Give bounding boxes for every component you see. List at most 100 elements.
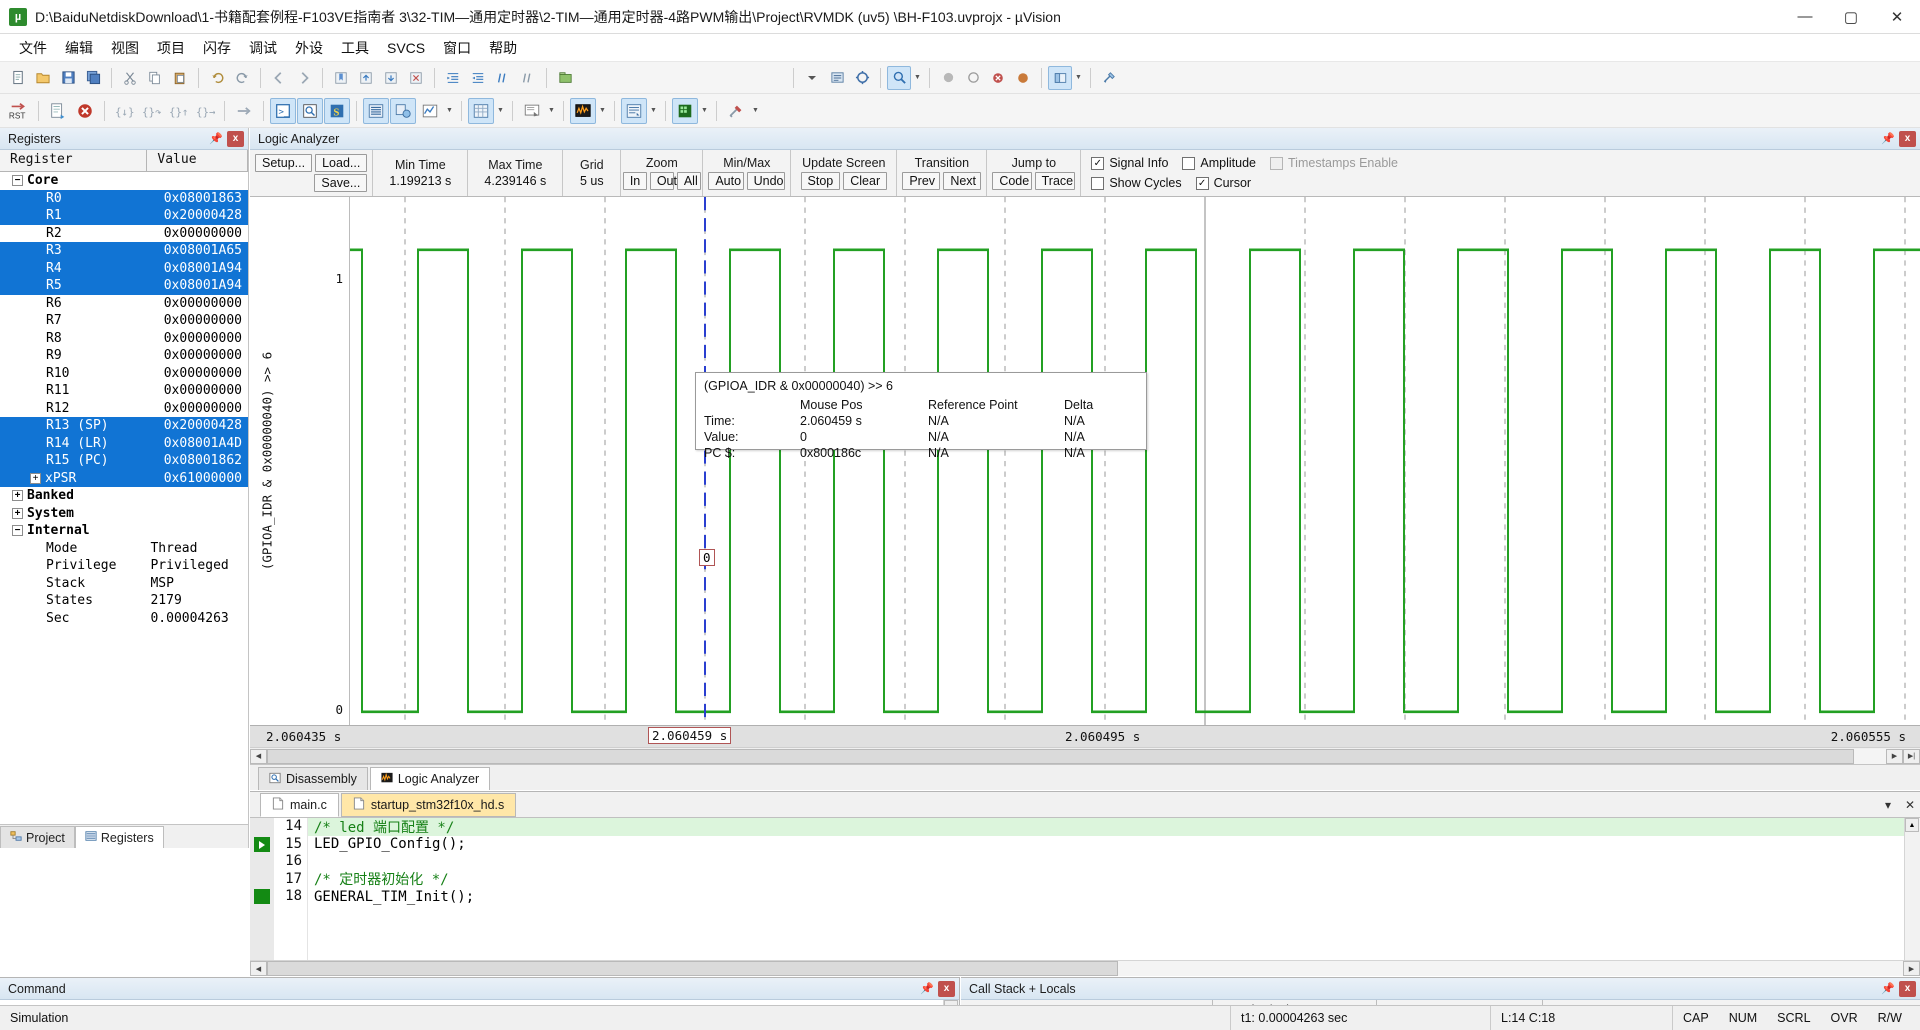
uncomment-icon[interactable]: [516, 66, 540, 90]
scroll-left-arrow-icon[interactable]: ◀: [250, 748, 267, 764]
register-row[interactable]: R9 0x00000000: [0, 347, 248, 365]
transition-prev-button[interactable]: Prev: [902, 172, 941, 190]
register-row[interactable]: R8 0x00000000: [0, 330, 248, 348]
code-line[interactable]: GENERAL_TIM_Init();: [308, 888, 1904, 906]
registers-window-icon[interactable]: [363, 97, 389, 124]
transition-next-button[interactable]: Next: [943, 172, 982, 190]
waveform-plot[interactable]: (GPIOA_IDR & 0x00000040) >> 6 Mouse Pos …: [350, 197, 1920, 725]
target-select-dropdown[interactable]: [800, 66, 824, 90]
save-button[interactable]: Save...: [314, 174, 368, 192]
register-row[interactable]: + System: [0, 505, 248, 523]
register-row[interactable]: Privilege Privileged: [0, 557, 248, 575]
minmax-undo-button[interactable]: Undo: [746, 172, 786, 190]
register-row[interactable]: R4 0x08001A94: [0, 259, 248, 277]
signal-info-checkbox[interactable]: ✓ Signal Info: [1091, 156, 1168, 170]
toolbox-icon[interactable]: [723, 98, 749, 124]
code-line[interactable]: LED_GPIO_Config();: [308, 836, 1904, 854]
tab-main-c[interactable]: main.c: [260, 792, 339, 817]
amplitude-checkbox[interactable]: Amplitude: [1182, 156, 1256, 170]
paste-icon[interactable]: [168, 66, 192, 90]
close-icon[interactable]: x: [1899, 980, 1916, 997]
tab-logic-analyzer[interactable]: Logic Analyzer: [369, 767, 491, 790]
jumpto-trace-button[interactable]: Trace: [1034, 172, 1076, 190]
minimize-button[interactable]: —: [1782, 0, 1828, 34]
debug-settings-icon[interactable]: [850, 66, 874, 90]
step-over-icon[interactable]: {}↷: [138, 98, 164, 124]
save-all-icon[interactable]: [81, 66, 105, 90]
run-to-main-icon[interactable]: [45, 98, 71, 124]
zoom-out-button[interactable]: Out: [649, 172, 677, 190]
step-out-icon[interactable]: {}↑: [165, 98, 191, 124]
close-button[interactable]: ✕: [1874, 0, 1920, 34]
close-icon[interactable]: x: [1899, 130, 1916, 147]
symbols-window-icon[interactable]: S: [324, 97, 350, 124]
menu-window[interactable]: 窗口: [434, 35, 480, 61]
pin-icon[interactable]: 📌: [1880, 132, 1896, 145]
menu-edit[interactable]: 编辑: [56, 35, 102, 61]
breakpoint-disable-all-icon[interactable]: [1011, 66, 1035, 90]
logic-analyzer-hscrollbar[interactable]: ◀ ▶ ▶|: [250, 747, 1920, 764]
scroll-right-arrow-icon[interactable]: ▶: [1886, 748, 1903, 764]
breakpoint-insert-icon[interactable]: [936, 66, 960, 90]
system-viewer-icon[interactable]: [672, 97, 698, 124]
search-icon[interactable]: [887, 65, 911, 90]
editor-body[interactable]: 14 15 16 17 18 /* led 端口配置 */LED_GPIO_Config…: [250, 818, 1920, 960]
tab-disassembly[interactable]: Disassembly: [258, 767, 368, 790]
serial-window-dropdown-icon[interactable]: ▼: [546, 99, 557, 123]
menu-peripherals[interactable]: 外设: [286, 35, 332, 61]
watch-window-icon[interactable]: [417, 98, 443, 124]
menu-file[interactable]: 文件: [10, 35, 56, 61]
breakpoint-disable-icon[interactable]: [961, 66, 985, 90]
target-options-icon[interactable]: [825, 66, 849, 90]
pin-icon[interactable]: 📌: [208, 132, 224, 145]
build-icon[interactable]: [553, 66, 577, 90]
register-row[interactable]: R5 0x08001A94: [0, 277, 248, 295]
toolbox-dropdown-icon[interactable]: ▼: [750, 99, 761, 123]
trace-window-icon[interactable]: [621, 97, 647, 124]
load-button[interactable]: Load...: [315, 154, 368, 172]
update-clear-button[interactable]: Clear: [843, 172, 888, 190]
command-window-icon[interactable]: >_: [270, 97, 296, 124]
collapse-icon[interactable]: −: [12, 175, 23, 187]
register-row[interactable]: − Internal: [0, 522, 248, 540]
maximize-button[interactable]: ▢: [1828, 0, 1874, 34]
navigate-back-icon[interactable]: [267, 66, 291, 90]
register-row[interactable]: + Banked: [0, 487, 248, 505]
search-dropdown-icon[interactable]: ▼: [912, 66, 923, 90]
menu-flash[interactable]: 闪存: [194, 35, 240, 61]
bookmark-toggle-icon[interactable]: [329, 66, 353, 90]
disassembly-window-icon[interactable]: [297, 97, 323, 124]
bookmark-clear-icon[interactable]: [404, 66, 428, 90]
register-row[interactable]: R2 0x00000000: [0, 225, 248, 243]
pin-icon[interactable]: 📌: [919, 982, 935, 995]
window-layout-icon[interactable]: [1048, 65, 1072, 90]
system-viewer-dropdown-icon[interactable]: ▼: [699, 99, 710, 123]
editor-scroll-thumb[interactable]: [267, 961, 1118, 976]
setup-button[interactable]: Setup...: [255, 154, 313, 172]
minmax-auto-button[interactable]: Auto: [708, 172, 744, 190]
editor-scroll-left-icon[interactable]: ◀: [250, 961, 267, 976]
tab-project[interactable]: Project: [0, 826, 75, 848]
jumpto-code-button[interactable]: Code: [992, 172, 1032, 190]
scroll-thumb[interactable]: [267, 748, 1854, 764]
registers-table[interactable]: Register Value − Core R0 0x08001863 R1 0x2000…: [0, 150, 248, 824]
bookmark-prev-icon[interactable]: [354, 66, 378, 90]
register-row[interactable]: R14 (LR) 0x08001A4D: [0, 434, 248, 452]
navigate-forward-icon[interactable]: [292, 66, 316, 90]
zoom-in-button[interactable]: In: [622, 172, 647, 190]
watch-window-dropdown-icon[interactable]: ▼: [444, 99, 455, 123]
menu-svcs[interactable]: SVCS: [378, 37, 434, 59]
cursor-checkbox[interactable]: ✓ Cursor: [1195, 176, 1251, 190]
redo-icon[interactable]: [230, 66, 254, 90]
register-row[interactable]: + xPSR 0x61000000: [0, 469, 248, 487]
editor-tab-dropdown-icon[interactable]: ▾: [1878, 798, 1898, 812]
serial-window-icon[interactable]: [519, 98, 545, 124]
register-row[interactable]: R10 0x00000000: [0, 365, 248, 383]
analysis-window-dropdown-icon[interactable]: ▼: [597, 99, 608, 123]
run-to-cursor-icon[interactable]: {}→: [192, 98, 218, 124]
cut-icon[interactable]: [118, 66, 142, 90]
copy-icon[interactable]: [143, 66, 167, 90]
save-icon[interactable]: [56, 66, 80, 90]
editor-text[interactable]: /* led 端口配置 */LED_GPIO_Config(); /* 定时器初始…: [308, 818, 1904, 960]
indent-icon[interactable]: [441, 66, 465, 90]
